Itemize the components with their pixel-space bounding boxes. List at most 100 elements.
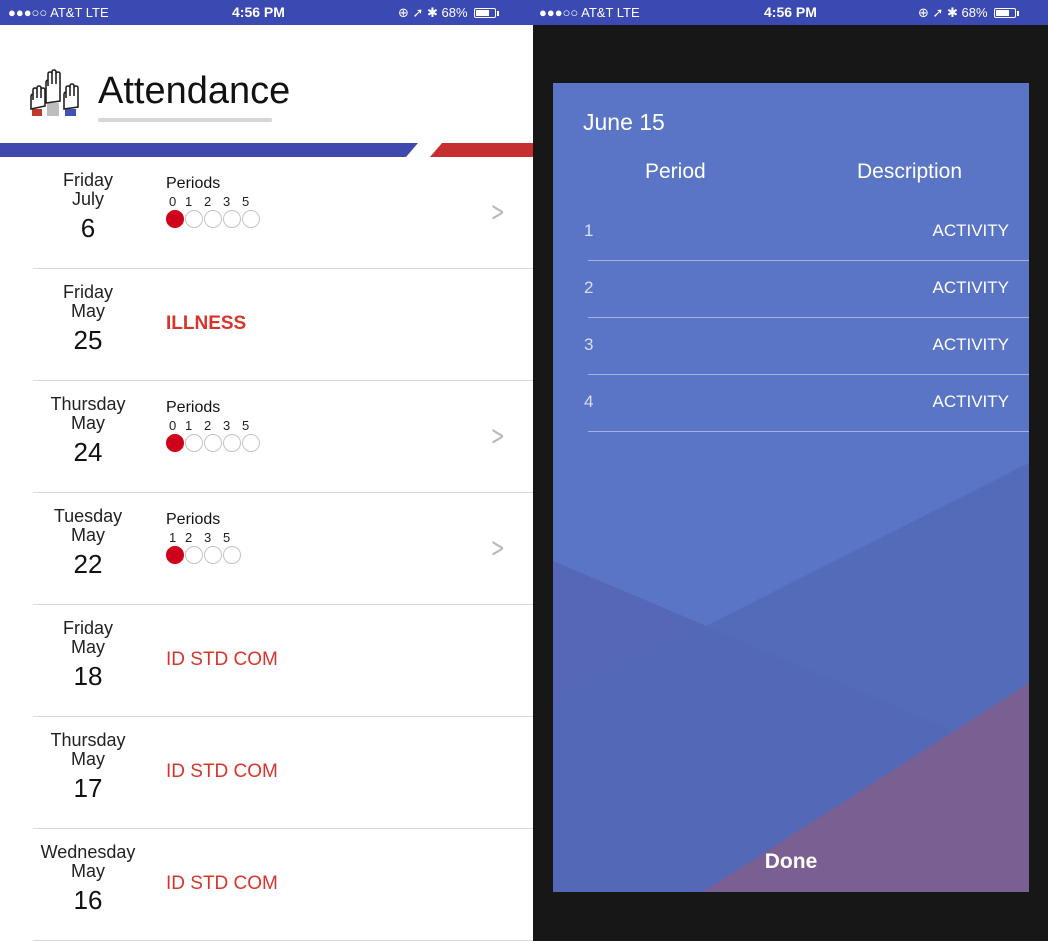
chevron-right-icon[interactable]: > [490,419,504,452]
period-number: 1 [584,221,594,240]
period-number: 5 [242,418,250,433]
page-title: Attendance [98,70,291,112]
period-number: 1 [185,418,193,433]
period-number: 5 [223,530,231,545]
period-number: 4 [584,392,594,411]
absence-reason: ILLNESS [166,313,247,334]
row-day: 17 [73,773,103,803]
period-number: 3 [223,194,231,209]
period-row: 4 ACTIVITY [584,376,1029,432]
row-month: May [70,301,105,321]
periods-label: Periods [166,175,221,192]
attendance-row[interactable]: Thursday May 24 Periods 0 1 2 3 5 > [33,381,533,493]
row-month: May [70,525,105,545]
status-icons-label: ⊕ ➚ ✱ 68% [918,5,988,20]
row-month: July [71,189,104,209]
present-period-dot [185,546,203,564]
row-day: 16 [73,885,103,915]
period-row: 3 ACTIVITY [584,319,1029,375]
header-stripe [0,143,533,157]
absence-reason: ID STD COM [166,873,278,894]
row-month: May [70,637,105,657]
modal-date: June 15 [583,109,665,135]
period-number: 2 [185,530,193,545]
periods-block: Periods 0 1 2 3 5 [166,175,261,228]
period-description: ACTIVITY [932,335,1009,354]
absent-period-dot [166,210,184,228]
attendance-row[interactable]: Friday July 6 Periods 0 1 2 3 5 > [33,157,533,269]
title-underline [98,118,272,122]
periods-block: Periods 1 2 3 5 [166,511,242,564]
done-button[interactable]: Done [553,850,1029,874]
period-number: 3 [223,418,231,433]
status-bar: ●●●○○ AT&T LTE 4:56 PM ⊕ ➚ ✱ 68% [533,0,1048,25]
period-numbers: 01235 [166,418,261,433]
period-number: 2 [584,278,594,297]
clock-label: 4:56 PM [232,4,285,20]
row-day: 25 [73,325,103,355]
period-indicators [166,210,261,228]
period-indicators [166,546,242,564]
period-description: ACTIVITY [932,392,1009,411]
row-weekday: Friday [62,282,113,302]
status-icons-label: ⊕ ➚ ✱ 68% [398,5,468,20]
attendance-row: Friday May 25 ILLNESS [33,269,533,381]
row-weekday: Thursday [50,394,126,414]
present-period-dot [204,210,222,228]
period-description: ACTIVITY [932,221,1009,240]
attendance-list: Friday July 6 Periods 0 1 2 3 5 > Friday May 25 ILLNE… [0,157,533,941]
period-number: 2 [204,194,212,209]
period-column-header: Period [645,160,706,183]
absence-reason: ID STD COM [166,649,278,670]
period-number: 5 [242,194,250,209]
row-day: 18 [73,661,103,691]
period-row: 1 ACTIVITY [584,205,1029,261]
row-weekday: Friday [62,170,113,190]
row-day: 24 [73,437,103,467]
period-number: 2 [204,418,212,433]
attendance-row: Friday May 18 ID STD COM [33,605,533,717]
present-period-dot [242,210,260,228]
battery-icon [994,8,1020,18]
period-number: 3 [584,335,594,354]
row-month: May [70,413,105,433]
absent-period-dot [166,546,184,564]
row-weekday: Friday [62,618,113,638]
chevron-right-icon[interactable]: > [490,531,504,564]
period-detail-screen: ●●●○○ AT&T LTE 4:56 PM ⊕ ➚ ✱ 68% June 15… [533,0,1048,941]
row-month: May [70,749,105,769]
period-number: 0 [169,194,177,209]
carrier-label: ●●●○○ AT&T LTE [539,5,640,20]
periods-label: Periods [166,399,221,416]
row-weekday: Tuesday [53,506,123,526]
row-day: 6 [80,213,96,243]
present-period-dot [185,210,203,228]
period-number: 1 [185,194,193,209]
present-period-dot [223,434,241,452]
description-column-header: Description [857,160,963,183]
row-weekday: Thursday [50,730,126,750]
battery-icon [474,8,500,18]
period-indicators [166,434,261,452]
present-period-dot [223,210,241,228]
present-period-dot [242,434,260,452]
present-period-dot [223,546,241,564]
period-number: 1 [169,530,177,545]
chevron-right-icon[interactable]: > [490,195,504,228]
period-numbers: 1235 [166,530,242,545]
status-bar: ●●●○○ AT&T LTE 4:56 PM ⊕ ➚ ✱ 68% [0,0,533,25]
row-day: 22 [73,549,103,579]
periods-block: Periods 0 1 2 3 5 [166,399,261,452]
period-numbers: 01235 [166,194,261,209]
periods-label: Periods [166,511,221,528]
present-period-dot [204,434,222,452]
absent-period-dot [166,434,184,452]
row-month: May [70,861,105,881]
clock-label: 4:56 PM [764,4,817,20]
period-number: 3 [204,530,212,545]
raised-hands-icon [30,69,79,116]
present-period-dot [204,546,222,564]
present-period-dot [185,434,203,452]
attendance-screen: ●●●○○ AT&T LTE 4:56 PM ⊕ ➚ ✱ 68% Attenda… [0,0,533,941]
attendance-row[interactable]: Tuesday May 22 Periods 1 2 3 5 > [33,493,533,605]
